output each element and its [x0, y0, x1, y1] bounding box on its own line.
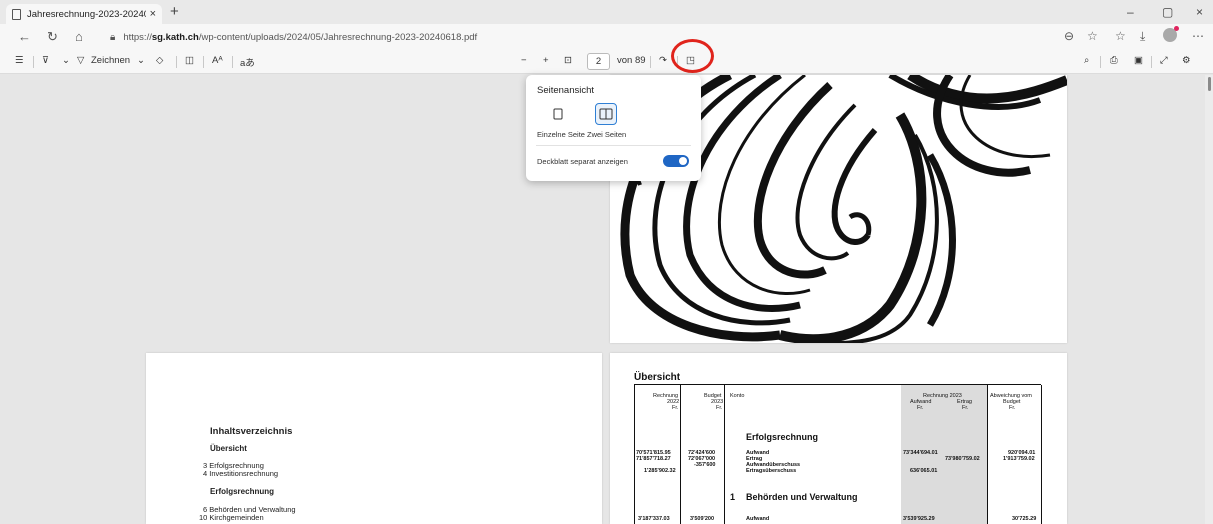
cell: -357'600 [694, 462, 716, 468]
col-konto: Konto [730, 393, 745, 399]
col-fr: Fr. [917, 405, 924, 411]
col-fr: Fr. [1009, 405, 1016, 411]
page-view-popup: Seitenansicht Einzelne Seite Zwei Seiten… [526, 75, 701, 181]
back-icon[interactable]: ← [18, 29, 31, 44]
cover-toggle[interactable] [663, 155, 689, 167]
minimize-button[interactable]: – [1127, 5, 1134, 19]
highlight-dropdown-icon[interactable]: ⌄ [62, 55, 70, 66]
read-aloud-icon[interactable]: Aᴬ [212, 55, 223, 66]
col-fr: Fr. [716, 405, 723, 411]
cell: 636'065.01 [910, 468, 938, 474]
popup-title: Seitenansicht [537, 85, 595, 96]
pdf-page-overview: Übersicht Rechnung 2022 Fr. Budget 2023 … [610, 353, 1067, 524]
close-window-button[interactable]: × [1196, 5, 1203, 19]
download-icon[interactable]: ⤓ [1140, 29, 1145, 44]
eraser-icon[interactable]: ◇ [156, 55, 163, 66]
cell: 1'913'759.02 [1003, 456, 1035, 462]
draw-label[interactable]: Zeichnen [91, 55, 130, 66]
highlight-ring [671, 39, 714, 73]
cell: 1'285'902.32 [644, 468, 676, 474]
avatar[interactable] [1163, 26, 1179, 42]
two-pages-button[interactable] [595, 103, 617, 125]
single-page-button[interactable] [547, 103, 569, 125]
text-box-icon[interactable]: ◫ [185, 55, 194, 66]
home-icon[interactable]: ⌂ [75, 29, 83, 44]
cell: 71'857'718.27 [636, 456, 671, 462]
two-pages-label: Zwei Seiten [587, 130, 627, 139]
page-count: von 89 [617, 55, 646, 66]
highlight-icon[interactable]: ⊽ [42, 55, 49, 66]
url-path: /wp-content/uploads/2024/05/Jahresrechnu… [198, 31, 478, 43]
cell: Aufwand [746, 516, 770, 522]
scrollbar[interactable] [1205, 75, 1213, 524]
draw-dropdown-icon[interactable]: ⌄ [137, 55, 145, 66]
tab-close-icon[interactable]: × [150, 8, 156, 20]
new-tab-button[interactable]: + [170, 3, 179, 20]
single-page-icon [553, 108, 563, 120]
draw-icon[interactable]: ▽ [77, 55, 84, 66]
zoom-icon[interactable]: ⊖ [1064, 29, 1074, 43]
lock-icon: 🔒︎ [110, 31, 116, 43]
cover-toggle-label: Deckblatt separat anzeigen [537, 157, 628, 166]
maximize-button[interactable]: ▢ [1162, 5, 1173, 19]
zoom-in-button[interactable]: + [543, 55, 549, 66]
address-bar: ← ↻ ⌂ 🔒︎ https:// sg.kath.ch /wp-content… [0, 24, 1213, 50]
browser-tab[interactable]: Jahresrechnung-2023-20240618. × [6, 4, 162, 24]
search-icon[interactable]: ⌕ [1084, 55, 1089, 66]
cell: 73'980'759.02 [945, 456, 980, 462]
two-pages-icon [599, 108, 613, 120]
toc-item[interactable]: 4 Investitionsrechnung [203, 469, 278, 478]
settings-gear-icon[interactable]: ⚙ [1182, 55, 1191, 66]
tab-title: Jahresrechnung-2023-20240618. [27, 8, 146, 20]
document-icon [12, 8, 21, 20]
toc-section-overview: Übersicht [210, 444, 247, 453]
page-number-input[interactable]: 2 [587, 53, 610, 70]
section-erfolgsrechnung: Erfolgsrechnung [746, 432, 819, 442]
rotate-icon[interactable]: ↷ [659, 55, 667, 66]
contents-icon[interactable]: ☰ [15, 55, 24, 66]
pdf-page-toc: Inhaltsverzeichnis Übersicht 3 Erfolgsre… [146, 353, 602, 524]
translate-icon[interactable]: aあ [240, 55, 255, 69]
section-number: 1 [730, 492, 736, 502]
overview-title: Übersicht [634, 372, 681, 383]
fullscreen-icon[interactable]: ⤢ [1160, 55, 1168, 66]
favorite-star-icon[interactable]: ☆ [1087, 29, 1098, 43]
section-behoerden: Behörden und Verwaltung [746, 492, 858, 502]
cell: 3'539'925.29 [903, 516, 935, 522]
pdf-toolbar: ☰ ⊽ ⌄ ▽ Zeichnen ⌄ ◇ ◫ Aᴬ aあ − + ⊡ 2 von… [0, 50, 1213, 74]
col-fr: Fr. [962, 405, 969, 411]
cell: Ertragsüberschuss [746, 468, 797, 474]
refresh-icon[interactable]: ↻ [47, 29, 58, 45]
cell: 30'725.29 [1012, 516, 1037, 522]
toc-title: Inhaltsverzeichnis [210, 426, 293, 437]
url-field[interactable]: 🔒︎ https:// sg.kath.ch /wp-content/uploa… [110, 28, 1060, 46]
favorites-icon[interactable]: ☆ [1115, 29, 1126, 43]
more-icon[interactable]: ⋯ [1192, 29, 1204, 43]
zoom-out-button[interactable]: − [521, 55, 527, 66]
single-page-label: Einzelne Seite [537, 130, 585, 139]
title-bar: Jahresrechnung-2023-20240618. × + – ▢ × [0, 0, 1213, 24]
cell: 73'344'694.01 [903, 450, 938, 456]
divider [536, 145, 691, 146]
url-prefix: https:// [123, 31, 152, 43]
url-host: sg.kath.ch [151, 31, 199, 43]
save-icon[interactable]: ▣ [1134, 55, 1143, 66]
cell: 3'187'337.03 [638, 516, 670, 522]
print-icon[interactable]: ⎙ [1110, 55, 1118, 66]
fit-width-icon[interactable]: ⊡ [564, 55, 572, 66]
scrollbar-thumb[interactable] [1208, 77, 1211, 91]
col-fr: Fr. [672, 405, 679, 411]
cell: 3'509'200 [690, 516, 715, 522]
toc-section-income: Erfolgsrechnung [210, 487, 275, 496]
toc-item[interactable]: 10 Kirchgemeinden [199, 513, 264, 522]
